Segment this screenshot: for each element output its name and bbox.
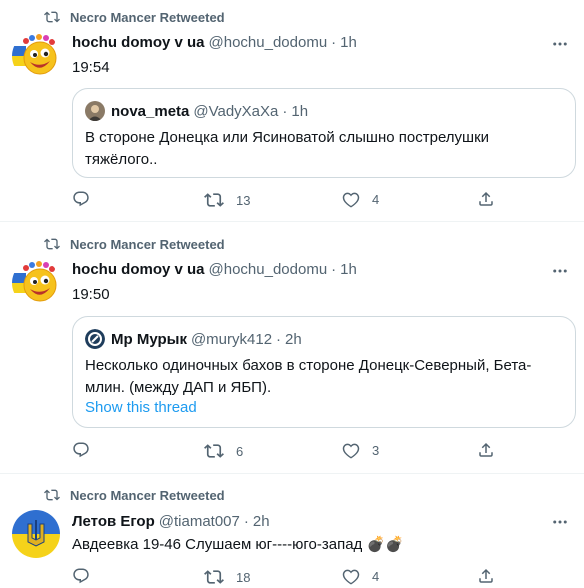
quoted-display-name: Мр Мурык (111, 330, 187, 348)
separator-dot: · (331, 34, 337, 51)
quoted-tweet-header: Мр Мурык @muryk412 · 2h (85, 329, 302, 349)
retweet-button[interactable]: 13 (204, 190, 250, 210)
retweet-count: 18 (236, 569, 251, 585)
quoted-timestamp: 2h (285, 330, 302, 348)
share-button[interactable] (477, 190, 495, 208)
display-name[interactable]: hochu domoy v ua (72, 34, 205, 51)
tweet-text: 19:50 (72, 286, 110, 303)
tweet-text: 19:54 (72, 59, 110, 76)
separator-dot: · (282, 102, 288, 120)
user-handle[interactable]: @hochu_dodomu (209, 34, 328, 51)
reply-icon (73, 568, 89, 584)
show-thread-link[interactable]: Show this thread (85, 399, 197, 416)
quoted-tweet-text: Несколько одиночных бахов в стороне Доне… (85, 357, 532, 396)
heart-icon (342, 569, 360, 585)
quoted-timestamp: 1h (291, 102, 309, 120)
reply-button[interactable] (72, 190, 102, 208)
tweet-1[interactable]: Necro Mancer Retweeted hochu domoy v ua … (0, 0, 584, 222)
separator-dot: · (331, 261, 337, 278)
avatar[interactable] (12, 510, 60, 558)
tweet-actions: 18 4 (72, 567, 502, 587)
share-icon (479, 191, 493, 206)
more-options-icon[interactable] (550, 261, 570, 281)
tweet-3[interactable]: Necro Mancer Retweeted Летов Егор @tiama… (0, 474, 584, 588)
reply-icon (73, 191, 89, 207)
quoted-avatar (85, 329, 105, 349)
user-handle[interactable]: @hochu_dodomu (209, 261, 328, 278)
retweet-icon (44, 489, 60, 501)
reply-icon (73, 442, 89, 458)
retweet-context: Necro Mancer Retweeted (44, 9, 225, 25)
quoted-tweet[interactable]: Мр Мурык @muryk412 · 2h Несколько одиноч… (72, 316, 576, 428)
avatar[interactable] (12, 259, 60, 307)
avatar[interactable] (12, 32, 60, 80)
quoted-tweet-header: nova_meta @VadyXaXa · 1h (85, 101, 308, 121)
quoted-avatar (85, 101, 105, 121)
retweet-count: 6 (236, 443, 244, 459)
like-count: 4 (372, 191, 380, 207)
tweet-header: hochu domoy v ua @hochu_dodomu · 1h (72, 261, 357, 278)
more-options-icon[interactable] (550, 34, 570, 54)
user-handle[interactable]: @tiamat007 (159, 513, 240, 530)
quoted-user-handle: @muryk412 (190, 330, 273, 348)
tweet-2[interactable]: Necro Mancer Retweeted hochu domoy v ua … (0, 222, 584, 474)
display-name[interactable]: hochu domoy v ua (72, 261, 205, 278)
retweeted-by-label[interactable]: Necro Mancer Retweeted (70, 488, 225, 503)
retweeted-by-label[interactable]: Necro Mancer Retweeted (70, 237, 225, 252)
tweet-actions: 13 4 (72, 190, 502, 210)
quoted-user-handle: @VadyXaXa (193, 102, 279, 120)
retweet-icon (204, 570, 224, 584)
retweet-icon (44, 11, 60, 23)
retweet-context: Necro Mancer Retweeted (44, 236, 225, 252)
quoted-tweet[interactable]: nova_meta @VadyXaXa · 1h В стороне Донец… (72, 88, 576, 178)
separator-dot: · (243, 513, 249, 530)
like-count: 4 (372, 568, 380, 584)
smiley-flag-avatar-icon (12, 259, 60, 307)
reply-button[interactable] (72, 567, 102, 585)
like-button[interactable]: 4 (342, 190, 379, 208)
retweeted-by-label[interactable]: Necro Mancer Retweeted (70, 10, 225, 25)
retweet-button[interactable]: 18 (204, 567, 250, 587)
heart-icon (342, 192, 360, 208)
logo-avatar-icon (85, 329, 105, 349)
portrait-avatar-icon (85, 101, 105, 121)
timestamp[interactable]: 2h (253, 513, 270, 530)
smiley-flag-avatar-icon (12, 32, 60, 80)
quoted-tweet-text: В стороне Донецка или Ясиноватой слышно … (85, 129, 490, 168)
tweet-text: Авдеевка 19-46 Слушаем юг----юго-запад 💣… (72, 536, 404, 553)
retweet-icon (204, 444, 224, 458)
retweet-context: Necro Mancer Retweeted (44, 487, 225, 503)
retweet-count: 13 (236, 192, 251, 208)
timestamp[interactable]: 1h (340, 34, 357, 51)
like-count: 3 (372, 442, 380, 458)
more-options-icon[interactable] (550, 512, 570, 532)
like-button[interactable]: 4 (342, 567, 379, 585)
share-icon (479, 568, 493, 583)
retweet-icon (44, 238, 60, 250)
retweet-icon (204, 193, 224, 207)
display-name[interactable]: Летов Егор (72, 513, 155, 530)
share-icon (479, 442, 493, 457)
tweet-header: Летов Егор @tiamat007 · 2h (72, 513, 270, 530)
quoted-display-name: nova_meta (111, 102, 190, 120)
retweet-button[interactable]: 6 (204, 441, 243, 461)
separator-dot: · (276, 330, 282, 348)
share-button[interactable] (477, 567, 495, 585)
heart-icon (342, 443, 360, 459)
reply-button[interactable] (72, 441, 102, 459)
share-button[interactable] (477, 441, 495, 459)
ukraine-flag-trident-avatar-icon (12, 510, 60, 558)
like-button[interactable]: 3 (342, 441, 379, 459)
timestamp[interactable]: 1h (340, 261, 357, 278)
tweet-actions: 6 3 (72, 441, 502, 461)
tweet-header: hochu domoy v ua @hochu_dodomu · 1h (72, 34, 357, 51)
